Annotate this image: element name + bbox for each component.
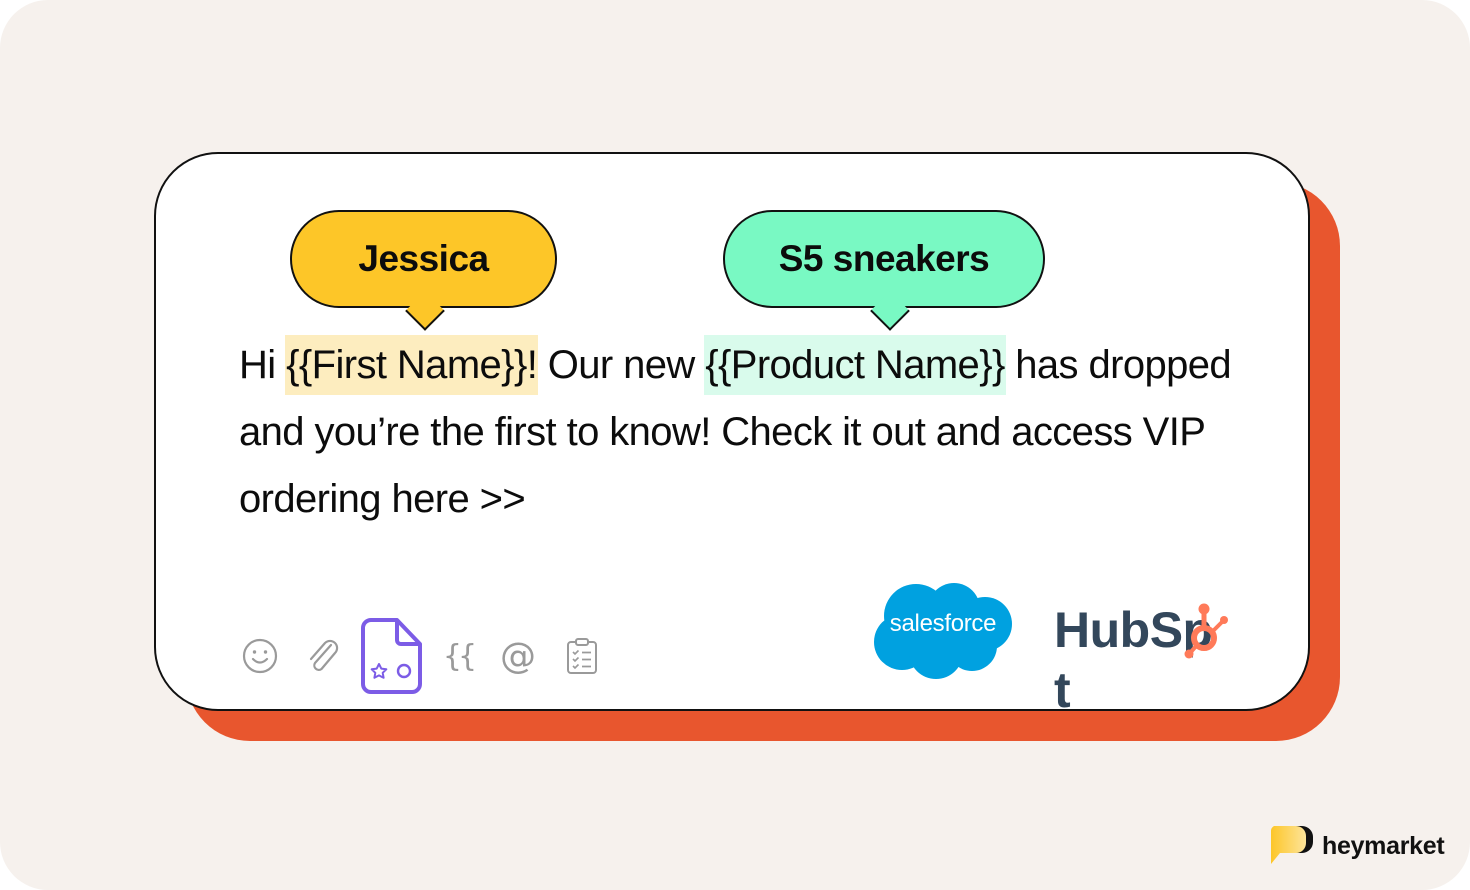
- hubspot-label-end: t: [1054, 662, 1071, 718]
- hubspot-sprocket-icon: [1184, 603, 1228, 659]
- product-name-token[interactable]: {{Product Name}}: [704, 335, 1006, 395]
- first-name-token[interactable]: {{First Name}}!: [285, 335, 539, 395]
- mention-button[interactable]: @: [496, 618, 540, 694]
- product-name-value: S5 sneakers: [778, 238, 990, 279]
- template-file-icon: [361, 618, 422, 694]
- attach-button[interactable]: [300, 618, 344, 694]
- product-name-preview-bubble: S5 sneakers: [723, 210, 1045, 331]
- merge-field-button[interactable]: {{: [436, 618, 480, 694]
- salesforce-label: salesforce: [889, 610, 997, 637]
- message-part: Hi: [239, 343, 287, 387]
- template-button[interactable]: [360, 618, 424, 694]
- checklist-button[interactable]: [560, 618, 604, 694]
- canvas: Jessica S5 sneakers Hi {{First Name}}! O…: [0, 0, 1470, 890]
- heymarket-brand: heymarket: [1268, 826, 1445, 866]
- first-name-value: Jessica: [358, 238, 489, 279]
- hubspot-logo: HubSpt: [1054, 600, 1254, 718]
- heymarket-wordmark: heymarket: [1322, 831, 1445, 860]
- emoji-button[interactable]: [238, 618, 282, 694]
- heymarket-logo-icon: [1270, 826, 1313, 864]
- message-part: Our new: [537, 343, 706, 387]
- attachment-icon: [309, 639, 339, 671]
- mention-icon: @: [500, 635, 536, 677]
- salesforce-logo: salesforce: [872, 582, 1014, 680]
- first-name-preview-bubble: Jessica: [290, 210, 557, 331]
- merge-field-icon: {{: [442, 638, 477, 674]
- message-text[interactable]: Hi {{First Name}}! Our new {{Product Nam…: [239, 332, 1239, 533]
- checklist-icon: [567, 638, 597, 674]
- emoji-icon: [242, 638, 278, 674]
